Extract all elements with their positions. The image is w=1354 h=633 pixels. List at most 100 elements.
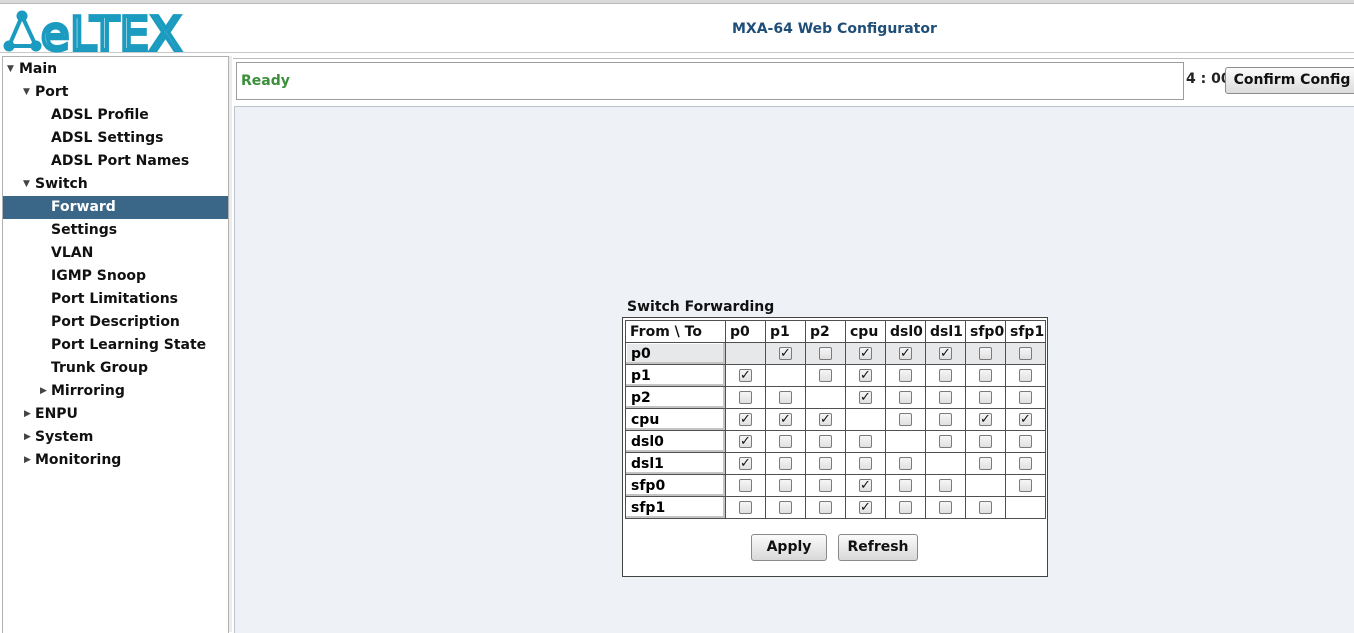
tree-item-enpu[interactable]: ▶ ENPU <box>3 403 228 426</box>
unchecked-checkbox[interactable] <box>899 479 912 492</box>
navigation-tree: ▼ Main ▼ Port ADSL Profile ADSL Settings… <box>2 56 229 633</box>
matrix-row: sfp1 ✓ <box>625 496 1046 519</box>
collapse-triangle-icon[interactable]: ▶ <box>24 403 31 426</box>
checked-checkbox[interactable]: ✓ <box>979 413 992 426</box>
tree-item-label: Port Limitations <box>51 291 179 307</box>
collapse-triangle-icon[interactable]: ▶ <box>40 380 47 403</box>
unchecked-checkbox[interactable] <box>1019 479 1032 492</box>
checked-checkbox[interactable]: ✓ <box>739 369 752 382</box>
tree-item-monitoring[interactable]: ▶ Monitoring <box>3 449 228 472</box>
collapse-triangle-icon[interactable]: ▶ <box>24 449 31 472</box>
unchecked-checkbox[interactable] <box>939 435 952 448</box>
unchecked-checkbox[interactable] <box>1019 457 1032 470</box>
refresh-button[interactable]: Refresh <box>838 534 918 561</box>
unchecked-checkbox[interactable] <box>779 435 792 448</box>
unchecked-checkbox[interactable] <box>899 501 912 514</box>
tree-item-igmp-snoop[interactable]: IGMP Snoop <box>3 265 228 288</box>
unchecked-checkbox[interactable] <box>779 501 792 514</box>
checked-checkbox[interactable]: ✓ <box>859 369 872 382</box>
unchecked-checkbox[interactable] <box>939 369 952 382</box>
unchecked-checkbox[interactable] <box>899 391 912 404</box>
unchecked-checkbox[interactable] <box>1019 435 1032 448</box>
confirm-config-button[interactable]: Confirm Config <box>1225 67 1354 94</box>
unchecked-checkbox[interactable] <box>1019 391 1032 404</box>
tree-item-port-limitations[interactable]: Port Limitations <box>3 288 228 311</box>
checked-checkbox[interactable]: ✓ <box>779 347 792 360</box>
status-text: Ready <box>241 73 290 89</box>
unchecked-checkbox[interactable] <box>779 457 792 470</box>
unchecked-checkbox[interactable] <box>819 435 832 448</box>
expand-triangle-icon[interactable]: ▼ <box>23 81 30 104</box>
tree-item-port-learning-state[interactable]: Port Learning State <box>3 334 228 357</box>
unchecked-checkbox[interactable] <box>779 391 792 404</box>
checked-checkbox[interactable]: ✓ <box>739 435 752 448</box>
unchecked-checkbox[interactable] <box>939 479 952 492</box>
tree-item-adsl-port-names[interactable]: ADSL Port Names <box>3 150 228 173</box>
unchecked-checkbox[interactable] <box>819 347 832 360</box>
tree-item-port[interactable]: ▼ Port <box>3 81 228 104</box>
matrix-diagonal-cell <box>845 408 886 431</box>
checked-checkbox[interactable]: ✓ <box>939 347 952 360</box>
checked-checkbox[interactable]: ✓ <box>1019 413 1032 426</box>
tree-item-mirroring[interactable]: ▶ Mirroring <box>3 380 228 403</box>
unchecked-checkbox[interactable] <box>739 479 752 492</box>
collapse-triangle-icon[interactable]: ▶ <box>24 426 31 449</box>
unchecked-checkbox[interactable] <box>1019 347 1032 360</box>
unchecked-checkbox[interactable] <box>979 435 992 448</box>
corner-header: From \ To <box>625 320 726 343</box>
tree-item-switch[interactable]: ▼ Switch <box>3 173 228 196</box>
unchecked-checkbox[interactable] <box>779 479 792 492</box>
expand-triangle-icon[interactable]: ▼ <box>23 173 30 196</box>
unchecked-checkbox[interactable] <box>819 369 832 382</box>
tree-item-adsl-settings[interactable]: ADSL Settings <box>3 127 228 150</box>
unchecked-checkbox[interactable] <box>979 457 992 470</box>
unchecked-checkbox[interactable] <box>939 391 952 404</box>
unchecked-checkbox[interactable] <box>859 457 872 470</box>
tree-item-settings[interactable]: Settings <box>3 219 228 242</box>
splitter-handle[interactable] <box>229 56 232 632</box>
unchecked-checkbox[interactable] <box>939 501 952 514</box>
unchecked-checkbox[interactable] <box>979 347 992 360</box>
checked-checkbox[interactable]: ✓ <box>899 347 912 360</box>
matrix-row: p2 ✓ <box>625 386 1046 409</box>
checked-checkbox[interactable]: ✓ <box>819 413 832 426</box>
unchecked-checkbox[interactable] <box>1019 369 1032 382</box>
unchecked-checkbox[interactable] <box>739 501 752 514</box>
tree-item-trunk-group[interactable]: Trunk Group <box>3 357 228 380</box>
unchecked-checkbox[interactable] <box>979 501 992 514</box>
tree-item-port-description[interactable]: Port Description <box>3 311 228 334</box>
expand-triangle-icon[interactable]: ▼ <box>7 58 14 81</box>
unchecked-checkbox[interactable] <box>899 369 912 382</box>
checked-checkbox[interactable]: ✓ <box>859 391 872 404</box>
unchecked-checkbox[interactable] <box>859 435 872 448</box>
matrix-row: cpu ✓ ✓ ✓ ✓ ✓ <box>625 408 1046 431</box>
tree-item-adsl-profile[interactable]: ADSL Profile <box>3 104 228 127</box>
checked-checkbox[interactable]: ✓ <box>859 501 872 514</box>
unchecked-checkbox[interactable] <box>899 413 912 426</box>
checked-checkbox[interactable]: ✓ <box>739 457 752 470</box>
checked-checkbox[interactable]: ✓ <box>859 347 872 360</box>
unchecked-checkbox[interactable] <box>819 457 832 470</box>
checked-checkbox[interactable]: ✓ <box>779 413 792 426</box>
unchecked-checkbox[interactable] <box>899 457 912 470</box>
tree-item-label: ENPU <box>35 406 78 422</box>
unchecked-checkbox[interactable] <box>939 413 952 426</box>
unchecked-checkbox[interactable] <box>739 391 752 404</box>
tree-item-vlan[interactable]: VLAN <box>3 242 228 265</box>
apply-button[interactable]: Apply <box>751 534 827 561</box>
tree-item-forward[interactable]: Forward <box>3 196 228 219</box>
checked-checkbox[interactable]: ✓ <box>859 479 872 492</box>
matrix-row: sfp0 ✓ <box>625 474 1046 497</box>
checked-checkbox[interactable]: ✓ <box>739 413 752 426</box>
tree-item-label: System <box>35 429 94 445</box>
matrix-cell: ✓ <box>725 452 766 475</box>
tree-item-system[interactable]: ▶ System <box>3 426 228 449</box>
matrix-cell <box>1005 342 1046 365</box>
matrix-diagonal-cell <box>885 430 926 453</box>
tree-item-label: Port Learning State <box>51 337 207 353</box>
tree-item-main[interactable]: ▼ Main <box>3 58 228 81</box>
unchecked-checkbox[interactable] <box>979 391 992 404</box>
unchecked-checkbox[interactable] <box>819 479 832 492</box>
unchecked-checkbox[interactable] <box>979 369 992 382</box>
unchecked-checkbox[interactable] <box>819 501 832 514</box>
